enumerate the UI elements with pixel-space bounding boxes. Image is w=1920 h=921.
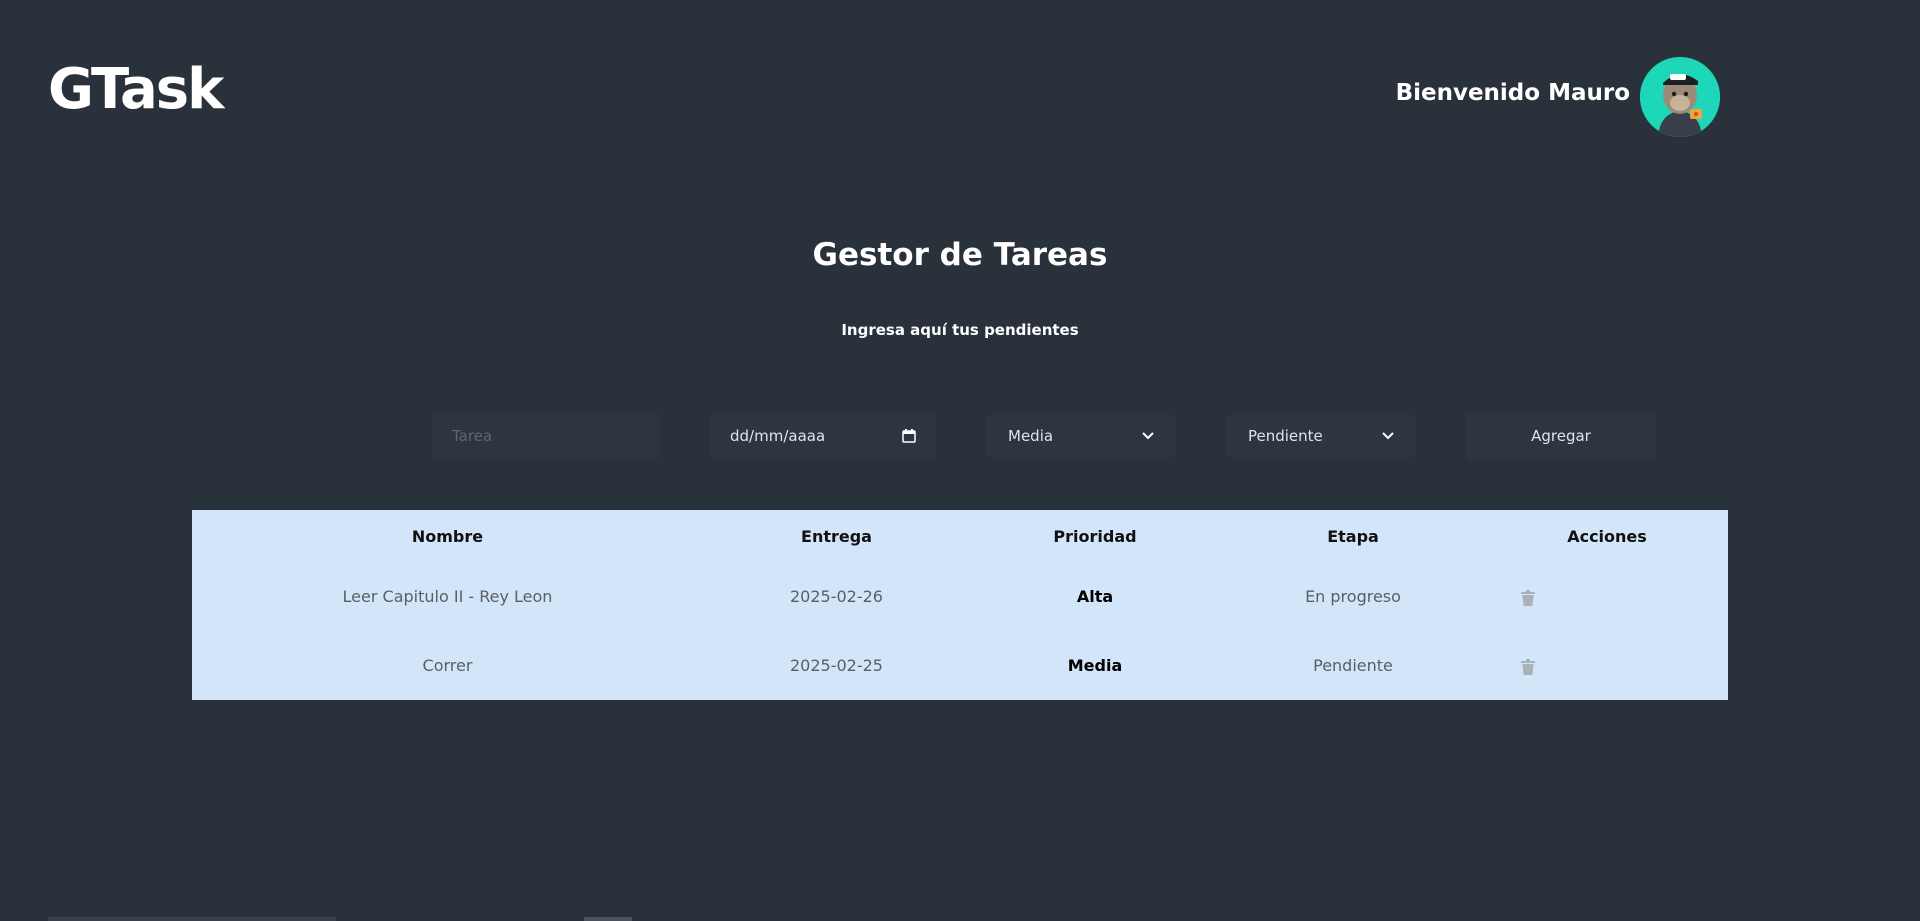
header-priority: Prioridad <box>1053 526 1137 546</box>
ape-avatar-icon <box>1640 57 1720 137</box>
task-due-date: 2025-02-25 <box>790 656 883 675</box>
trash-icon[interactable] <box>1521 589 1535 606</box>
page-title: Gestor de Tareas <box>812 237 1108 273</box>
table-row: Correr 2025-02-25 Media Pendiente <box>192 631 1728 700</box>
task-actions <box>1486 631 1728 700</box>
add-task-button[interactable]: Agregar <box>1466 412 1656 460</box>
task-actions <box>1486 562 1728 631</box>
task-stage: En progreso <box>1305 587 1401 606</box>
calendar-icon[interactable] <box>902 429 916 443</box>
trash-icon[interactable] <box>1521 658 1535 675</box>
header-name: Nombre <box>411 526 484 546</box>
header-actions: Acciones <box>1567 526 1647 546</box>
priority-select[interactable]: Media <box>986 414 1176 458</box>
task-input-placeholder: Tarea <box>452 427 493 445</box>
task-input[interactable]: Tarea <box>432 412 660 460</box>
chevron-down-icon <box>1142 432 1154 440</box>
header-due-date: Entrega <box>801 526 872 546</box>
horizontal-scrollbar[interactable] <box>48 917 336 921</box>
user-avatar[interactable] <box>1640 57 1720 137</box>
task-priority: Media <box>1067 656 1123 675</box>
task-priority: Alta <box>1076 587 1114 606</box>
chevron-down-icon <box>1382 432 1394 440</box>
page-subtitle: Ingresa aquí tus pendientes <box>841 321 1079 339</box>
stage-select[interactable]: Pendiente <box>1226 414 1416 458</box>
stage-select-value: Pendiente <box>1248 427 1323 445</box>
app-logo: GTask <box>48 57 224 122</box>
page: GTask Bienvenido Mauro Gestor de Tareas … <box>0 0 1920 921</box>
due-date-placeholder: dd/mm/aaaa <box>730 427 826 445</box>
task-stage: Pendiente <box>1313 656 1393 675</box>
due-date-input[interactable]: dd/mm/aaaa <box>710 412 936 460</box>
header-stage: Etapa <box>1327 526 1379 546</box>
task-name: Correr <box>422 656 473 675</box>
welcome-text: Bienvenido Mauro <box>1395 80 1630 106</box>
table-row: Leer Capitulo II - Rey Leon 2025-02-26 A… <box>192 562 1728 631</box>
task-name: Leer Capitulo II - Rey Leon <box>342 587 553 606</box>
task-due-date: 2025-02-26 <box>790 587 883 606</box>
scrollbar-thumb[interactable] <box>584 917 632 921</box>
priority-select-value: Media <box>1008 427 1054 445</box>
tasks-table: Nombre Entrega Prioridad Etapa Acciones … <box>192 510 1728 700</box>
table-header-row: Nombre Entrega Prioridad Etapa Acciones <box>192 510 1728 562</box>
